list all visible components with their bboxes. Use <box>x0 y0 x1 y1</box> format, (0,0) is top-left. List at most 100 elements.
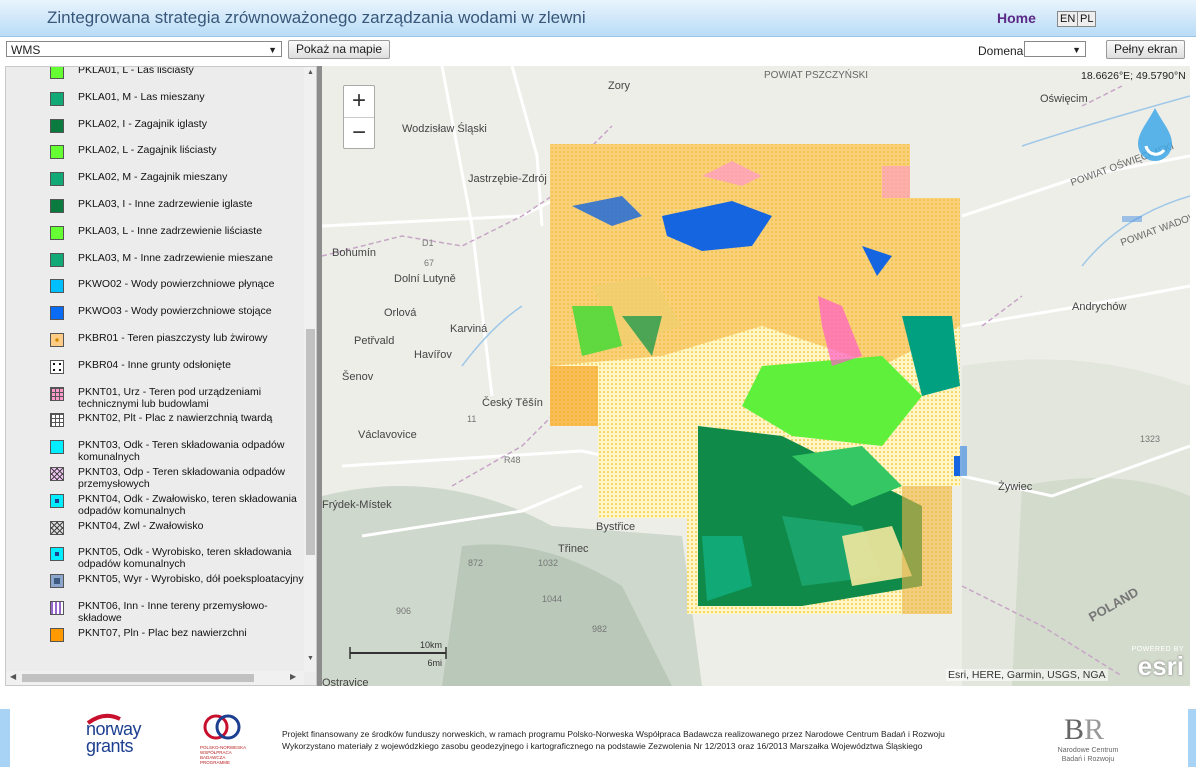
legend-item: PKLA03, I - Inne zadrzewienie iglaste <box>6 192 306 219</box>
place-label: Václavovice <box>358 429 417 441</box>
pnr-logo: POLSKO-NORWESKA WSPÓŁPRACA BADAWCZA PROG… <box>200 712 248 765</box>
scroll-thumb[interactable] <box>306 329 315 555</box>
legend-label: PKLA01, M - Las mieszany <box>78 90 205 103</box>
scroll-up-icon[interactable]: ▲ <box>306 69 315 76</box>
place-label: Ostravice <box>322 677 368 686</box>
legend-item: PKNT03, Odp - Teren składowania odpadów … <box>6 460 306 490</box>
legend-vertical-scrollbar[interactable]: ▲ ▼ <box>304 67 316 672</box>
legend-swatch <box>50 145 64 160</box>
legend-swatch <box>50 627 64 642</box>
place-label: Šenov <box>342 370 374 383</box>
place-label: Zory <box>608 80 631 92</box>
legend-label: PKNT07, Pln - Plac bez nawierzchni <box>78 626 247 639</box>
legend-swatch <box>50 440 64 455</box>
legend-swatch <box>50 386 64 401</box>
scale-km-label: 10km <box>420 640 442 650</box>
legend-swatch <box>50 466 64 481</box>
legend-item: PKLA03, M - Inne zadrzewienie mieszane <box>6 246 306 273</box>
legend-item: PKNT06, Inn - Inne tereny przemysłowo-sk… <box>6 594 306 624</box>
legend-swatch <box>50 493 64 508</box>
legend-item: PKNT05, Odk - Wyrobisko, teren składowan… <box>6 540 306 570</box>
road-label: 1323 <box>1140 434 1160 444</box>
ncbr-br-icon: B R <box>1064 713 1104 746</box>
footer-text: Projekt finansowany ze środków funduszy … <box>282 728 945 752</box>
svg-text:R: R <box>1084 713 1104 743</box>
norway-swoosh-icon <box>86 713 121 725</box>
legend-label: PKBR01 - Teren piaszczysty lub żwirowy <box>78 331 268 344</box>
footer-text-line-1: Projekt finansowany ze środków funduszy … <box>282 729 945 739</box>
fullscreen-button[interactable]: Pełny ekran <box>1106 40 1186 59</box>
chevron-down-icon: ▼ <box>268 45 277 55</box>
show-on-map-button[interactable]: Pokaż na mapie <box>288 40 391 59</box>
legend-label: PKLA02, M - Zagajnik mieszany <box>78 171 228 184</box>
place-label: Frýdek-Místek <box>322 499 392 511</box>
home-link[interactable]: Home <box>997 10 1036 26</box>
place-label: Bystřice <box>596 521 635 533</box>
legend-swatch <box>50 279 64 294</box>
scale-mi-label: 6mi <box>427 658 442 666</box>
zoom-out-button[interactable]: − <box>344 118 374 149</box>
legend-item: PKLA02, L - Zagajnik liściasty <box>6 138 306 165</box>
road-label: 67 <box>424 258 434 268</box>
legend-item: PKNT03, Odk - Teren składowania odpadów … <box>6 433 306 463</box>
lang-en-button[interactable]: EN <box>1057 11 1079 27</box>
legend-item: PKLA02, I - Zagajnik iglasty <box>6 112 306 139</box>
place-label: Dolní Lutyně <box>394 273 456 285</box>
norway-grants-logo: norway grants <box>86 713 142 755</box>
ncbr-caption-1: Narodowe Centrum <box>1057 747 1119 754</box>
scroll-left-icon[interactable]: ◀ <box>10 672 16 681</box>
project-logo <box>1132 104 1178 164</box>
legend-swatch <box>50 91 64 106</box>
footer-text-line-2: Wykorzystano materiały z wojewódzkiego z… <box>282 741 923 751</box>
legend-swatch <box>50 332 64 347</box>
legend-item: PKNT02, Plt - Plac z nawierzchnią twardą <box>6 406 306 433</box>
legend-item: PKNT05, Wyr - Wyrobisko, dół poeksploata… <box>6 567 306 594</box>
water-drop-icon <box>1138 108 1172 161</box>
app-title: Zintegrowana strategia zrównoważonego za… <box>47 8 586 27</box>
legend-item: PKLA03, L - Inne zadrzewienie liściaste <box>6 219 306 246</box>
legend-label: PKLA02, I - Zagajnik iglasty <box>78 117 207 130</box>
legend-swatch <box>50 520 64 535</box>
legend-swatch <box>50 306 64 321</box>
legend-item: PKNT07, Pln - Plac bez nawierzchni <box>6 621 306 648</box>
legend-label: PKNT02, Plt - Plac z nawierzchnią twardą <box>78 412 273 425</box>
legend-label: PKLA01, L - Las liściasty <box>78 66 194 76</box>
legend-label: PKWO02 - Wody powierzchniowe płynące <box>78 278 275 291</box>
place-label: Petřvald <box>354 335 394 347</box>
scroll-thumb[interactable] <box>22 674 254 682</box>
place-label: Żywiec <box>998 480 1033 493</box>
road-label: 906 <box>396 606 411 616</box>
legend-label: PKLA03, M - Inne zadrzewienie mieszane <box>78 251 273 264</box>
app-header: Zintegrowana strategia zrównoważonego za… <box>0 0 1196 37</box>
legend-swatch <box>50 172 64 187</box>
legend-label: PKLA02, L - Zagajnik liściasty <box>78 144 217 157</box>
legend-label: PKNT04, Zwl - Zwałowisko <box>78 519 204 532</box>
scale-bar-graphic: 10km 6mi <box>349 640 447 668</box>
pnr-caption: POLSKO-NORWESKA WSPÓŁPRACA BADAWCZA PROG… <box>200 745 246 765</box>
place-label: Havířov <box>414 349 452 361</box>
layer-select[interactable]: WMS ▼ <box>6 41 282 57</box>
legend-item: PKWO03 - Wody powierzchniowe stojące <box>6 299 306 326</box>
footer: norway grants Projekt finansowany ze śro… <box>0 709 1196 767</box>
domain-select[interactable]: ▼ <box>1024 41 1086 57</box>
map-view[interactable]: Zory Wodzisław Śląski Jastrzębie-Zdrój B… <box>322 66 1190 686</box>
scroll-down-icon[interactable]: ▼ <box>306 655 315 662</box>
pnr-rings-icon <box>203 714 241 740</box>
legend-list: PKLA01, L - Las liściasty PKLA01, M - Las… <box>6 66 306 648</box>
road-label: 1044 <box>542 594 562 604</box>
legend-swatch <box>50 198 64 213</box>
place-label: Bohumín <box>332 247 376 259</box>
legend-item: PKNT04, Odk - Zwałowisko, teren składowa… <box>6 487 306 517</box>
place-label: Wodzisław Śląski <box>402 122 487 135</box>
scroll-right-icon[interactable]: ▶ <box>290 672 296 681</box>
legend-label: PKNT05, Wyr - Wyrobisko, dół poeksploata… <box>78 573 304 586</box>
legend-panel[interactable]: PKLA01, L - Las liściasty PKLA01, M - Las… <box>5 66 317 686</box>
legend-swatch <box>50 67 64 79</box>
zoom-in-button[interactable]: + <box>344 86 374 117</box>
legend-horizontal-scrollbar[interactable]: ◀ ▶ <box>6 671 304 685</box>
legend-label: PKLA03, I - Inne zadrzewienie iglaste <box>78 197 253 210</box>
place-label: Oświęcim <box>1040 93 1088 105</box>
lang-pl-button[interactable]: PL <box>1077 11 1097 27</box>
footer-inner: norway grants Projekt finansowany ze śro… <box>10 709 1188 767</box>
legend-item: PKBR01 - Teren piaszczysty lub żwirowy <box>6 326 306 353</box>
